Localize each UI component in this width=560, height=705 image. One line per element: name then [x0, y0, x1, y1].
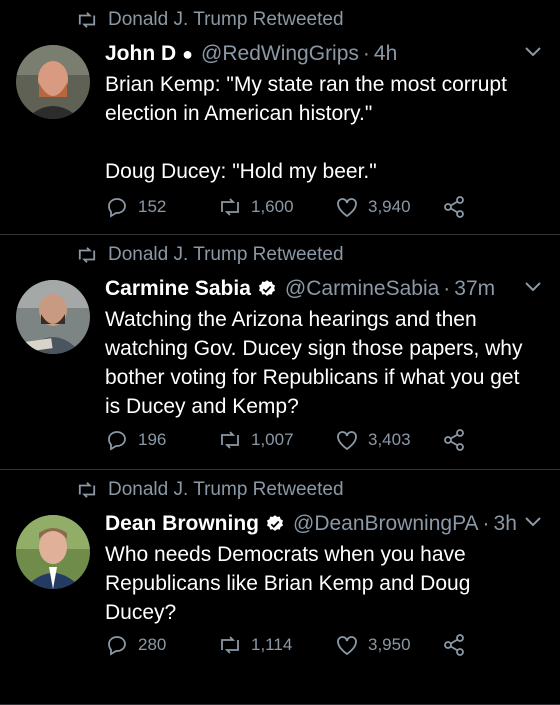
tweet-header: John D ● @RedWingGrips · 4h: [105, 38, 536, 70]
tweet-header: Carmine Sabia @CarmineSabia · 37m: [105, 273, 536, 305]
tweet-text-line: Doug Ducey: "Hold my beer.": [105, 160, 377, 183]
tweet-text-line: election in American history.": [105, 102, 373, 125]
retweet-context: Donald J. Trump Retweeted: [76, 7, 344, 33]
retweet-icon: [78, 247, 96, 263]
like-icon: [337, 431, 357, 451]
tweet-text-line: watching Gov. Ducey sign those papers, w…: [105, 337, 523, 360]
tweet-text: Watching the Arizona hearings and then w…: [105, 305, 545, 421]
share-icon: [444, 634, 464, 656]
avatar[interactable]: [16, 45, 90, 119]
display-name[interactable]: John D: [105, 42, 176, 66]
chevron-down-icon[interactable]: [524, 281, 542, 293]
avatar[interactable]: [16, 280, 90, 354]
verified-icon: [258, 280, 275, 296]
handle[interactable]: @CarmineSabia: [285, 277, 439, 301]
tweet[interactable]: Donald J. Trump Retweeted Dean Browning …: [0, 470, 560, 705]
timestamp[interactable]: 4h: [374, 42, 397, 66]
retweet-context: Donald J. Trump Retweeted: [76, 477, 344, 503]
avatar[interactable]: [16, 515, 90, 589]
reply-icon: [108, 636, 126, 656]
tweet-text-line: [105, 128, 545, 157]
share-button[interactable]: [442, 195, 475, 219]
retweet-count: 1,114: [251, 635, 293, 654]
retweet-button[interactable]: 1,600: [218, 196, 335, 218]
like-count: 3,403: [368, 430, 411, 449]
retweet-count: 1,007: [251, 430, 294, 449]
retweet-context-label: Donald J. Trump Retweeted: [108, 244, 344, 265]
tweet-header: Dean Browning @DeanBrowningPA · 3h: [105, 508, 536, 540]
timestamp[interactable]: 3h: [494, 512, 517, 536]
retweet-button[interactable]: 1,114: [218, 634, 335, 656]
reply-button[interactable]: 152: [105, 195, 218, 219]
tweet-text-line: Watching the Arizona hearings and then: [105, 308, 477, 331]
like-count: 3,940: [368, 197, 411, 216]
like-icon: [337, 198, 357, 218]
like-icon: [337, 636, 357, 656]
reply-button[interactable]: 280: [105, 633, 218, 657]
like-count: 3,950: [368, 635, 411, 654]
reply-icon: [108, 431, 126, 451]
reply-button[interactable]: 196: [105, 428, 218, 452]
display-name[interactable]: Carmine Sabia: [105, 277, 251, 301]
tweet-text-line: Who needs Democrats when you have: [105, 543, 466, 566]
retweet-context: Donald J. Trump Retweeted: [76, 242, 344, 268]
action-bar: 196 1,007 3,403: [105, 425, 475, 455]
tweet-text: Brian Kemp: "My state ran the most corru…: [105, 70, 545, 186]
share-icon: [444, 196, 464, 218]
retweet-count: 1,600: [251, 197, 294, 216]
verified-icon: [267, 515, 284, 531]
handle[interactable]: @DeanBrowningPA: [293, 512, 479, 536]
tweet-text-line: Republicans like Brian Kemp and Doug: [105, 572, 471, 595]
retweet-context-label: Donald J. Trump Retweeted: [108, 9, 344, 30]
tweet-text-line: bother voting for Republicans if what yo…: [105, 366, 520, 389]
share-button[interactable]: [442, 633, 475, 657]
tweet-text: Who needs Democrats when you have Republ…: [105, 540, 545, 627]
retweet-button[interactable]: 1,007: [218, 429, 335, 451]
like-button[interactable]: 3,940: [335, 196, 442, 218]
chevron-down-icon[interactable]: [524, 46, 542, 58]
reply-count: 152: [138, 197, 167, 216]
action-bar: 280 1,114 3,950: [105, 630, 475, 660]
reply-count: 196: [138, 430, 167, 449]
like-button[interactable]: 3,403: [335, 429, 442, 451]
share-icon: [444, 429, 464, 451]
separator-dot: ·: [482, 512, 490, 535]
action-bar: 152 1,600 3,940: [105, 192, 475, 222]
retweet-context-label: Donald J. Trump Retweeted: [108, 479, 344, 500]
share-button[interactable]: [442, 428, 475, 452]
separator-dot: ·: [443, 277, 451, 300]
tweet-text-line: Ducey?: [105, 601, 177, 624]
timestamp[interactable]: 37m: [454, 277, 495, 301]
retweet-icon: [221, 198, 239, 216]
tweet[interactable]: Donald J. Trump Retweeted John D ● @RedW…: [0, 0, 560, 235]
retweet-icon: [78, 482, 96, 498]
name-marker: ●: [182, 43, 194, 64]
handle[interactable]: @RedWingGrips: [201, 42, 359, 66]
like-button[interactable]: 3,950: [335, 634, 442, 656]
tweet-text-line: Brian Kemp: "My state ran the most corru…: [105, 73, 507, 96]
retweet-icon: [221, 431, 239, 449]
reply-count: 280: [138, 635, 167, 654]
retweet-icon: [78, 12, 96, 28]
tweet[interactable]: Donald J. Trump Retweeted Carmine Sabia …: [0, 235, 560, 470]
tweet-text-line: is Ducey and Kemp?: [105, 395, 299, 418]
separator-dot: ·: [362, 42, 370, 65]
reply-icon: [108, 198, 126, 218]
chevron-down-icon[interactable]: [524, 516, 542, 528]
display-name[interactable]: Dean Browning: [105, 512, 259, 536]
retweet-icon: [221, 636, 239, 654]
